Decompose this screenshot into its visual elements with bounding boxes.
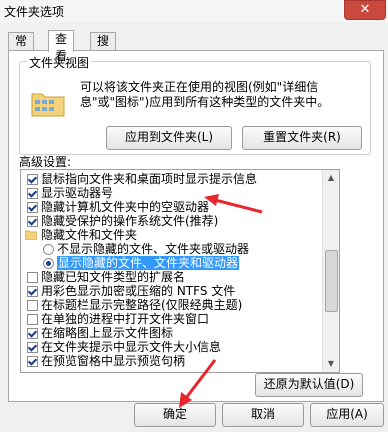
tab-search[interactable]: 搜索	[90, 32, 117, 65]
reset-folders-button[interactable]: 重置文件夹(R)	[242, 126, 362, 150]
scroll-down-icon[interactable]: ▼	[323, 356, 339, 372]
window-title: 文件夹选项	[4, 5, 65, 19]
title-bar: 文件夹选项 ✕	[0, 0, 388, 22]
tab-view-label: 查看	[55, 32, 68, 63]
checkbox[interactable]	[27, 314, 38, 325]
tab-general[interactable]: 常规	[8, 32, 35, 65]
radio-button[interactable]	[43, 258, 54, 269]
folder-icon	[24, 229, 38, 243]
setting-label: 显示驱动器号	[41, 186, 114, 200]
checkbox[interactable]	[27, 300, 38, 311]
setting-label: 不显示隐藏的文件、文件夹或驱动器	[57, 242, 250, 256]
setting-label: 显示隐藏的文件、文件夹和驱动器	[57, 256, 240, 270]
view-tab-panel: 可以将该文件夹正在使用的视图(例如"详细信息"或"图标")应用到所有这种类型的文…	[8, 50, 384, 402]
advanced-settings-tree[interactable]: 鼠标指向文件夹和桌面项时显示提示信息 显示驱动器号 隐藏计算机文件夹中的空驱动器…	[20, 169, 340, 373]
checkbox[interactable]	[27, 356, 38, 367]
scroll-thumb[interactable]	[325, 250, 338, 312]
checkbox[interactable]	[27, 328, 38, 339]
setting-label: 用彩色显示加密或压缩的 NTFS 文件	[41, 284, 236, 298]
folder-views-group: 可以将该文件夹正在使用的视图(例如"详细信息"或"图标")应用到所有这种类型的文…	[19, 61, 371, 155]
scroll-up-icon[interactable]: ▲	[323, 170, 339, 186]
setting-label: 在预览窗格中显示预览句柄	[41, 354, 186, 368]
checkbox[interactable]	[27, 272, 38, 283]
restore-defaults-button[interactable]: 还原为默认值(D)	[255, 373, 363, 397]
setting-label: 在标题栏显示完整路径(仅限经典主题)	[41, 298, 243, 312]
apply-button[interactable]: 应用(A)	[310, 403, 384, 427]
apply-to-folders-button[interactable]: 应用到文件夹(L)	[106, 126, 232, 150]
checkbox[interactable]	[27, 286, 38, 297]
folder-views-description: 可以将该文件夹正在使用的视图(例如"详细信息"或"图标")应用到所有这种类型的文…	[80, 80, 330, 109]
checkbox[interactable]	[27, 216, 38, 227]
tree-scrollbar[interactable]: ▲ ▼	[322, 170, 339, 372]
close-icon: ✕	[359, 2, 371, 17]
ok-button[interactable]: 确定	[134, 403, 216, 427]
setting-label: 隐藏计算机文件夹中的空驱动器	[41, 200, 210, 214]
checkbox[interactable]	[27, 188, 38, 199]
advanced-settings-label: 高级设置:	[19, 155, 72, 169]
setting-label: 隐藏已知文件类型的扩展名	[41, 270, 186, 284]
setting-label: 在缩略图上显示文件图标	[41, 326, 174, 340]
cancel-button[interactable]: 取消	[222, 403, 304, 427]
setting-label: 鼠标指向文件夹和桌面项时显示提示信息	[41, 172, 258, 186]
checkbox[interactable]	[27, 202, 38, 213]
setting-label: 隐藏受保护的操作系统文件(推荐)	[41, 214, 219, 228]
radio-button[interactable]	[43, 244, 54, 255]
setting-label: 在文件夹提示中显示文件大小信息	[41, 340, 222, 354]
folder-view-icon	[30, 88, 66, 118]
checkbox[interactable]	[27, 342, 38, 353]
setting-label: 在单独的进程中打开文件夹窗口	[41, 312, 210, 326]
close-button[interactable]: ✕	[344, 0, 386, 20]
setting-label: 隐藏文件和文件夹	[41, 228, 138, 242]
tab-view[interactable]: 查看	[48, 30, 75, 63]
checkbox[interactable]	[27, 174, 38, 185]
